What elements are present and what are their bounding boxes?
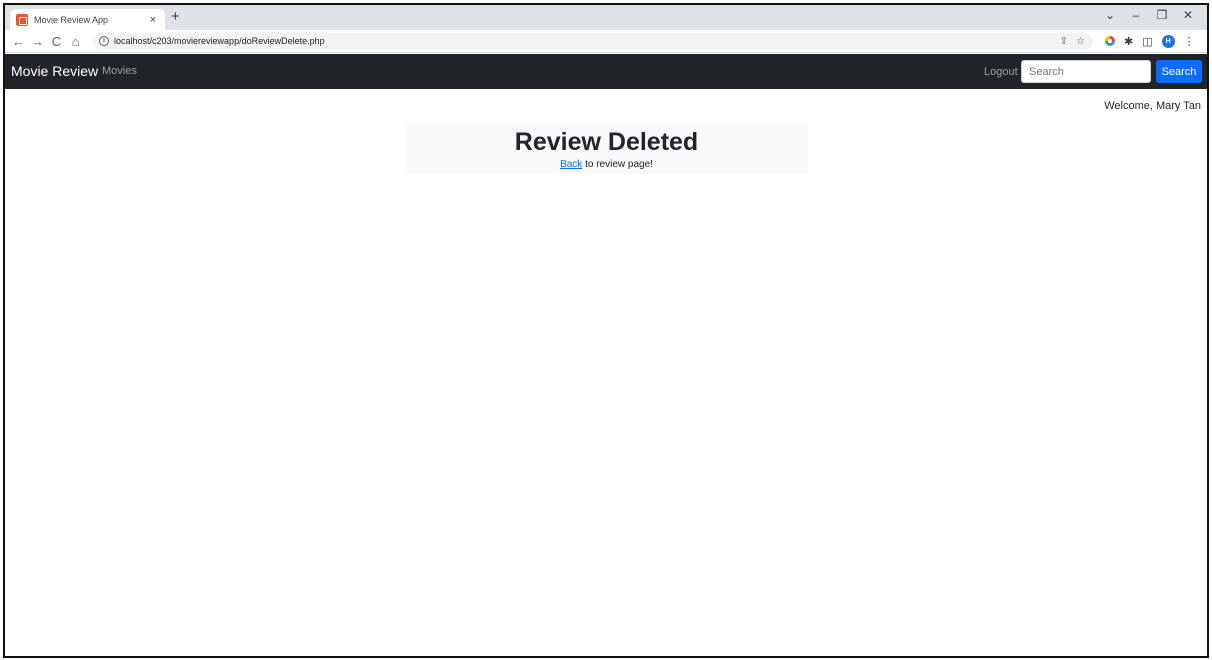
- back-link[interactable]: Back: [560, 159, 582, 170]
- site-navbar: Movie Review Movies Logout Search: [5, 54, 1207, 89]
- welcome-message: Welcome, Mary Tan: [1104, 100, 1201, 112]
- brand-link[interactable]: Movie Review: [11, 63, 98, 79]
- close-window-icon[interactable]: ✕: [1175, 8, 1201, 22]
- side-panel-icon[interactable]: ◫: [1142, 35, 1152, 48]
- menu-kebab-icon[interactable]: ⋮: [1184, 35, 1195, 48]
- new-tab-button[interactable]: +: [171, 8, 180, 25]
- app-favicon-icon: [16, 13, 28, 26]
- browser-tab[interactable]: Movie Review App ×: [10, 9, 165, 30]
- share-icon[interactable]: ⇪: [1060, 36, 1068, 47]
- status-card: Review Deleted Back to review page!: [405, 123, 808, 174]
- back-message-text: to review page!: [582, 159, 653, 170]
- browser-window: Movie Review App × + ⌄ – ❐ ✕ ← → C ⌂ i l…: [3, 3, 1209, 658]
- home-icon[interactable]: ⌂: [66, 34, 85, 49]
- url-text[interactable]: localhost/c203/moviereviewapp/doReviewDe…: [114, 36, 325, 46]
- forward-arrow-icon[interactable]: →: [28, 34, 47, 49]
- restore-icon[interactable]: ❐: [1149, 8, 1175, 22]
- search-input[interactable]: [1021, 60, 1151, 83]
- puzzle-extensions-icon[interactable]: ✱: [1124, 35, 1133, 48]
- minimize-icon[interactable]: –: [1123, 8, 1149, 22]
- tab-strip: Movie Review App × + ⌄ – ❐ ✕: [5, 5, 1207, 30]
- window-controls: ⌄ – ❐ ✕: [1097, 8, 1201, 22]
- browser-toolbar: ← → C ⌂ i localhost/c203/moviereviewapp/…: [5, 30, 1207, 53]
- bookmark-star-icon[interactable]: ☆: [1076, 36, 1085, 47]
- extension-icons: ✱ ◫ H ⋮: [1105, 34, 1195, 48]
- search-button[interactable]: Search: [1156, 60, 1202, 83]
- nav-movies-link[interactable]: Movies: [102, 65, 137, 77]
- tab-search-icon[interactable]: ⌄: [1097, 8, 1123, 22]
- nav-logout-link[interactable]: Logout: [984, 66, 1018, 78]
- page-title: Review Deleted: [514, 128, 699, 156]
- back-message: Back to review page!: [405, 159, 808, 170]
- reload-icon[interactable]: C: [47, 34, 66, 49]
- profile-avatar[interactable]: H: [1161, 34, 1175, 48]
- back-arrow-icon[interactable]: ←: [9, 34, 28, 49]
- info-icon[interactable]: i: [99, 36, 109, 46]
- address-bar[interactable]: i localhost/c203/moviereviewapp/doReview…: [93, 32, 1093, 50]
- tab-close-icon[interactable]: ×: [145, 14, 161, 26]
- tab-title: Movie Review App: [34, 14, 109, 25]
- color-extension-icon[interactable]: [1105, 36, 1115, 46]
